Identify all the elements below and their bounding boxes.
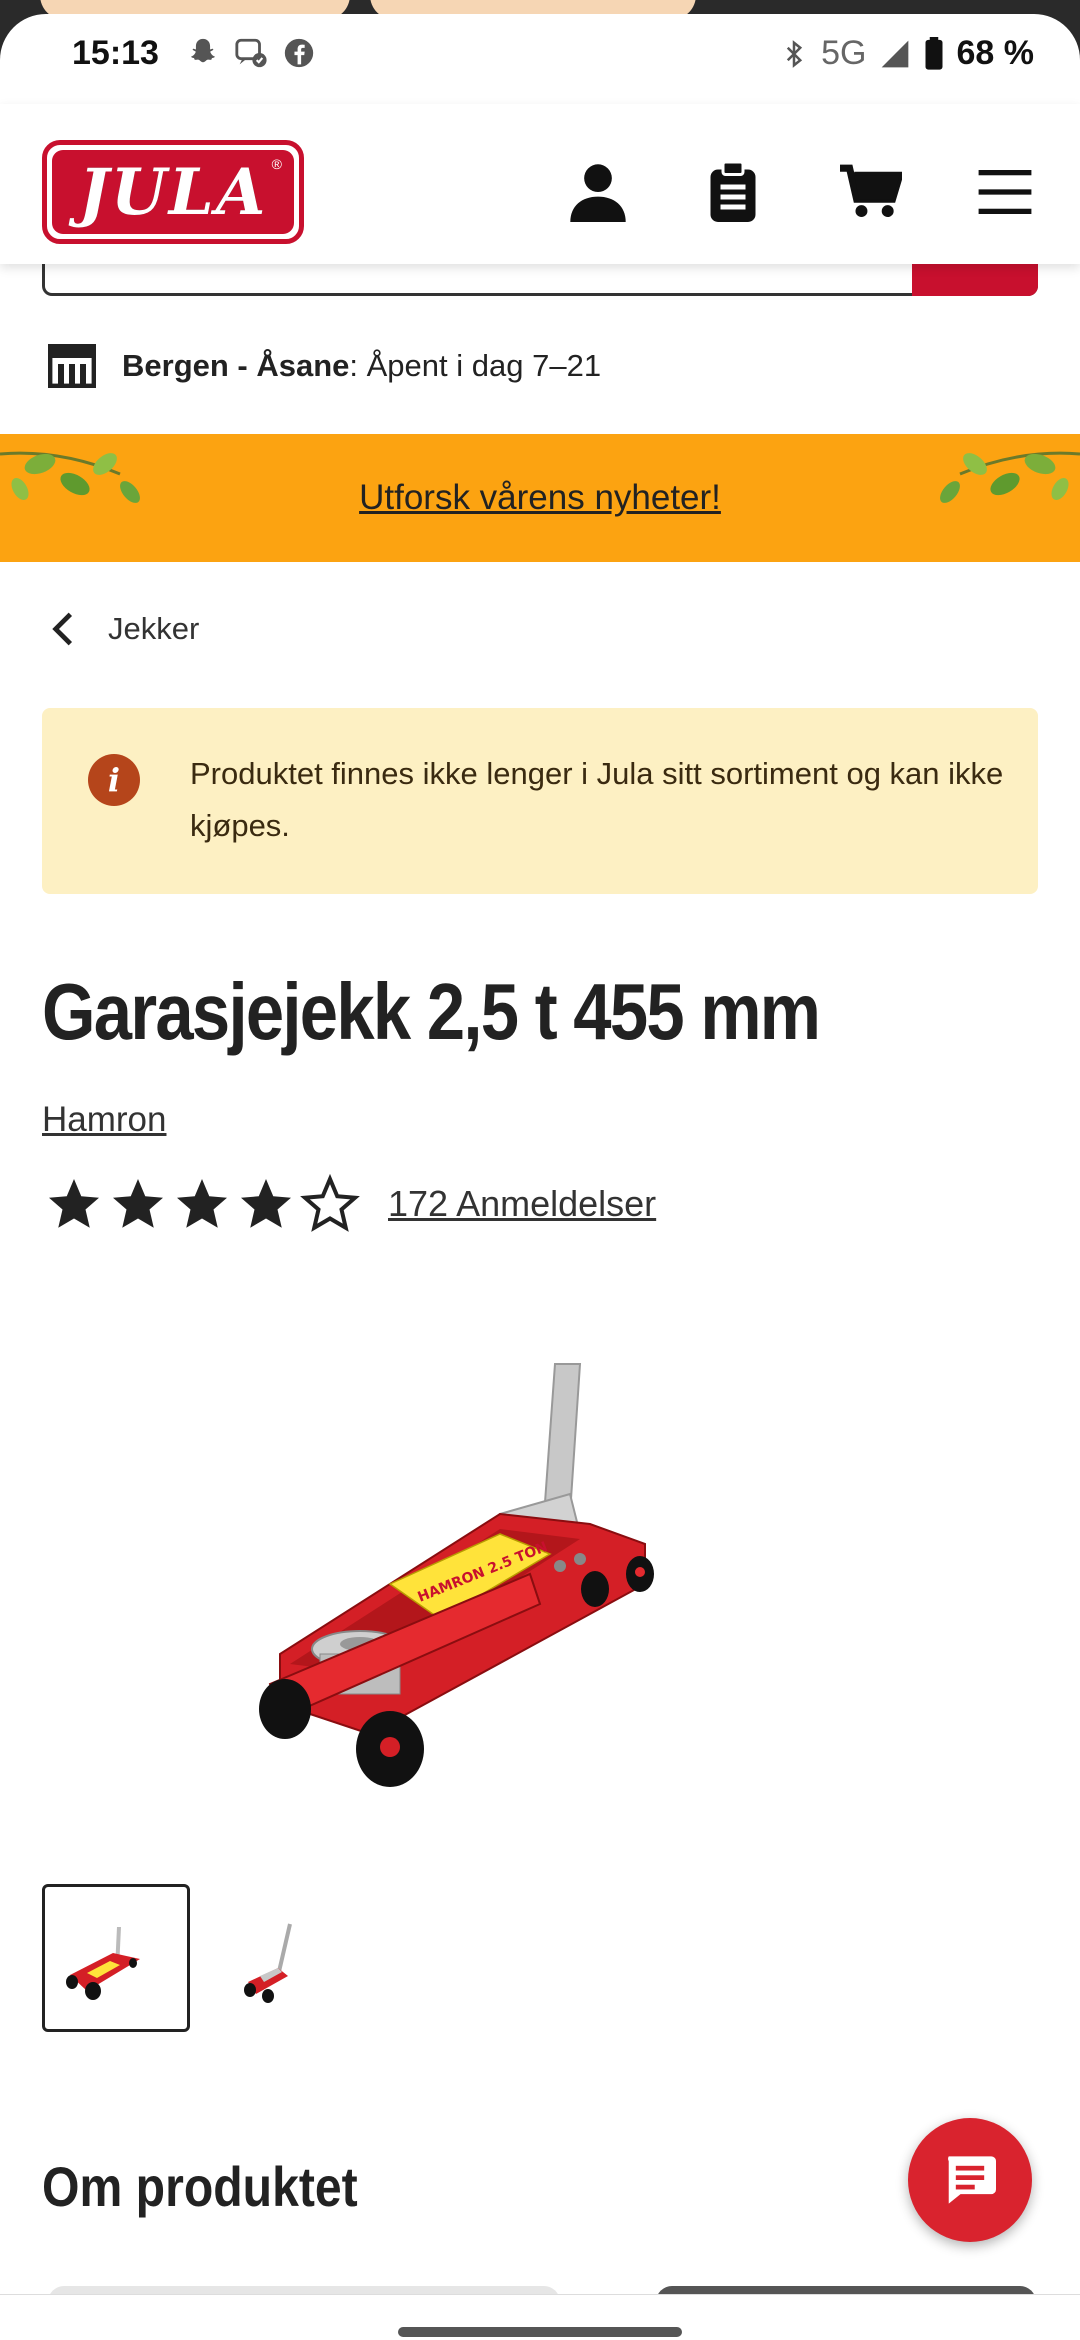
battery-percent: 68 %: [956, 34, 1035, 72]
network-type: 5G: [821, 34, 867, 72]
screen: 15:13 5G 68 % JULA ® Bergen - Åsane: Åpe…: [0, 14, 1080, 2340]
leaf-decoration-left: [0, 451, 140, 503]
product-image[interactable]: HAMRON 2.5 TON: [250, 1344, 830, 1794]
facebook-icon: [284, 38, 314, 68]
account-icon[interactable]: [570, 162, 626, 222]
home-gesture-handle[interactable]: [398, 2327, 682, 2337]
snapchat-icon: [190, 38, 216, 63]
info-icon: i: [88, 754, 140, 806]
chat-button[interactable]: [908, 2118, 1032, 2242]
section-title-about: Om produktet: [42, 2155, 358, 2218]
menu-icon[interactable]: [978, 170, 1032, 214]
bluetooth-icon: [787, 39, 803, 68]
breadcrumb-back[interactable]: Jekker: [52, 610, 199, 648]
site-header: JULA ®: [0, 104, 1080, 264]
star-empty-icon: [300, 1174, 360, 1232]
status-bar: 15:13 5G 68 %: [0, 14, 1080, 104]
breadcrumb-label: Jekker: [108, 611, 200, 646]
star-filled-icon: [177, 1179, 227, 1228]
thumbnail-2[interactable]: [208, 1884, 356, 2032]
star-filled-icon: [241, 1179, 291, 1228]
star-filled-icon: [49, 1179, 99, 1228]
battery-icon: [925, 36, 942, 70]
reviews-link[interactable]: 172 Anmeldelser: [388, 1183, 656, 1225]
signal-icon: [881, 40, 908, 67]
store-name: Bergen - Åsane: [122, 348, 350, 383]
discontinued-notice: i Produktet finnes ikke lenger i Jula si…: [42, 708, 1038, 894]
notice-text: Produktet finnes ikke lenger i Jula sitt…: [190, 756, 1004, 843]
logo-text: JULA: [78, 154, 268, 230]
product-title: Garasjejekk 2,5 t 455 mm: [42, 967, 821, 1056]
thumbnail-1[interactable]: [42, 1884, 190, 2032]
shopping-list-icon[interactable]: [708, 162, 758, 222]
star-filled-icon: [113, 1179, 163, 1228]
promo-banner: Utforsk vårens nyheter!: [0, 434, 1080, 562]
leaf-decoration-right: [940, 451, 1080, 503]
cart-icon[interactable]: [840, 162, 902, 222]
system-nav-bar: [0, 2294, 1080, 2340]
store-hours: : Åpent i dag 7–21: [349, 348, 602, 383]
status-time: 15:13: [72, 34, 159, 72]
logo-registered-mark: ®: [271, 156, 282, 172]
brand-link[interactable]: Hamron: [42, 1100, 166, 1140]
messenger-icon: [235, 38, 267, 68]
jula-logo[interactable]: JULA ®: [42, 140, 304, 244]
thumbnail-image-1: [66, 1927, 140, 2000]
chevron-left-icon: [52, 612, 73, 646]
rating-row: 172 Anmeldelser: [42, 1174, 656, 1234]
promo-link[interactable]: Utforsk vårens nyheter!: [359, 478, 721, 518]
thumbnail-image-2: [244, 1923, 292, 2003]
selected-store[interactable]: Bergen - Åsane: Åpent i dag 7–21: [48, 344, 601, 388]
chat-icon: [948, 2156, 996, 2204]
store-icon: [48, 344, 96, 388]
